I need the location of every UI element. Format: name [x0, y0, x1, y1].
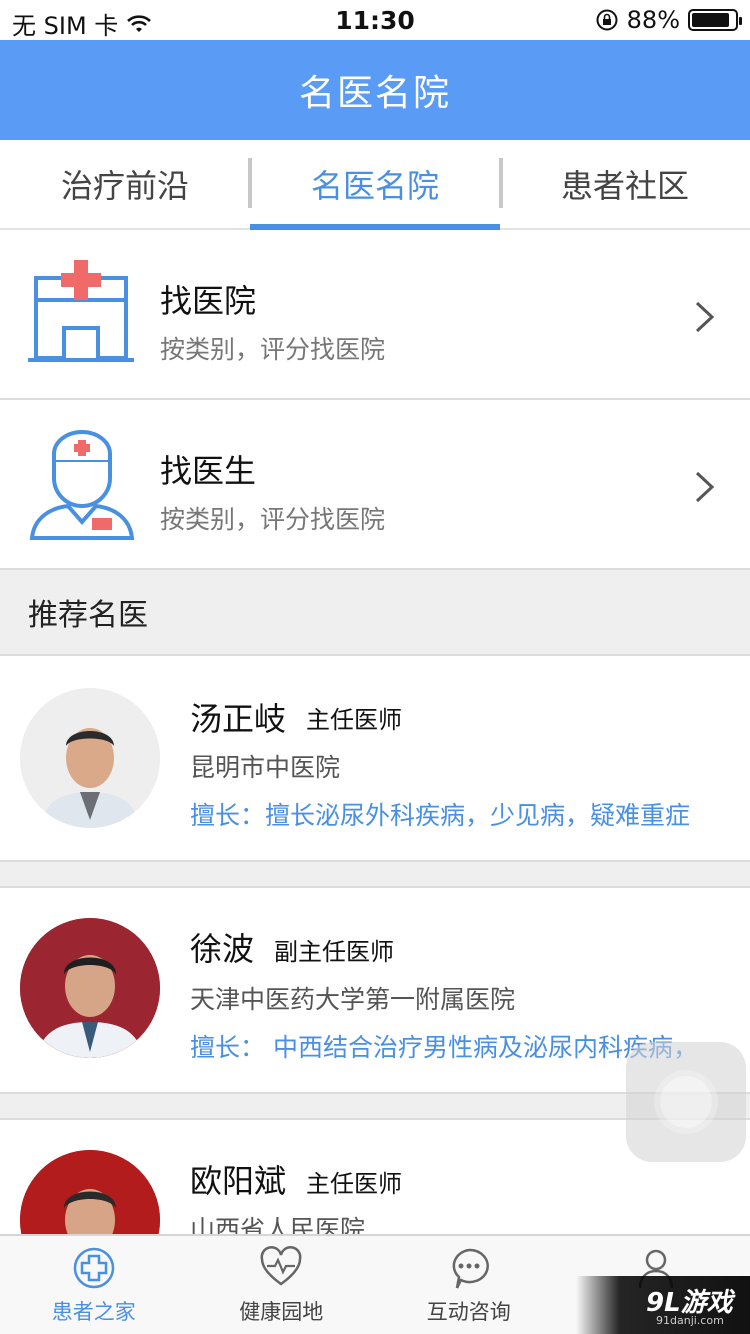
tabbar-label: 互动咨询: [426, 1300, 511, 1324]
tab-patient-community[interactable]: 患者社区: [500, 140, 750, 228]
nav-bar: 名医名院: [0, 40, 750, 140]
tabbar-health-garden[interactable]: 健康园地: [188, 1236, 376, 1334]
tabbar-patient-home[interactable]: 患者之家: [0, 1236, 188, 1334]
card-separator: [0, 862, 750, 888]
avatar: [20, 918, 160, 1058]
watermark-site: 91danji.com: [656, 1314, 724, 1327]
find-hospital-row[interactable]: 找医院 按类别，评分找医院: [0, 230, 750, 400]
status-bar: 无 SIM 卡 11:30 88%: [0, 0, 750, 40]
heart-pulse-icon: [260, 1246, 302, 1286]
hospital-icon: [28, 260, 134, 362]
rotation-lock-icon: [596, 9, 618, 31]
tabbar-label: 患者之家: [51, 1300, 136, 1324]
tab-divider: [499, 158, 503, 208]
doctor-name: 汤正岐: [190, 700, 287, 738]
avatar: [20, 1150, 160, 1234]
find-hospital-title: 找医院: [160, 282, 257, 320]
doctor-hospital: 天津中医药大学第一附属医院: [190, 985, 516, 1014]
doctor-title: 副主任医师: [274, 938, 394, 966]
doctor-name: 欧阳斌: [190, 1162, 287, 1200]
doctor-icon: [29, 430, 135, 540]
plus-circle-icon: [73, 1247, 114, 1289]
doctor-title: 主任医师: [306, 1170, 402, 1198]
doctor-specialty: 擅长： 中西结合治疗男性病及泌尿内科疾病，: [190, 1033, 698, 1062]
doctor-card[interactable]: 汤正岐 主任医师 昆明市中医院 擅长：擅长泌尿外科疾病，少见病，疑难重症: [0, 656, 750, 862]
status-right: 88%: [595, 6, 742, 34]
page-title: 名医名院: [298, 73, 451, 114]
find-hospital-subtitle: 按类别，评分找医院: [160, 335, 386, 364]
tabbar-interactive-consult[interactable]: 互动咨询: [375, 1236, 563, 1334]
find-doctor-subtitle: 按类别，评分找医院: [160, 505, 386, 534]
chevron-right-icon: [695, 301, 715, 333]
doctor-hospital: 昆明市中医院: [190, 753, 341, 782]
top-tabs: 治疗前沿 名医名院 患者社区: [0, 140, 750, 230]
chat-bubble-icon: [452, 1248, 489, 1289]
find-doctor-row[interactable]: 找医生 按类别，评分找医院: [0, 400, 750, 570]
doctor-hospital: 山西省人民医院: [190, 1215, 366, 1234]
assistive-touch-button[interactable]: [626, 1042, 746, 1162]
section-header: 推荐名医: [0, 570, 750, 656]
battery-fill: [692, 13, 729, 27]
doctor-title: 主任医师: [306, 706, 402, 734]
battery-icon: [688, 9, 742, 31]
chevron-right-icon: [695, 471, 715, 503]
doctor-specialty: 擅长：擅长泌尿外科疾病，少见病，疑难重症: [190, 801, 691, 830]
watermark: 9L游戏 91danji.com: [576, 1276, 750, 1334]
tabbar-label: 健康园地: [239, 1300, 324, 1324]
battery-percent: 88%: [626, 6, 680, 34]
assistive-touch-inner: [660, 1076, 712, 1128]
tab-divider: [248, 158, 252, 208]
tab-famous-doctors-hospitals[interactable]: 名医名院: [250, 140, 500, 230]
avatar: [20, 688, 160, 828]
find-doctor-title: 找医生: [160, 452, 257, 490]
doctor-name: 徐波: [190, 930, 255, 968]
tab-treatment-frontier[interactable]: 治疗前沿: [0, 140, 250, 228]
